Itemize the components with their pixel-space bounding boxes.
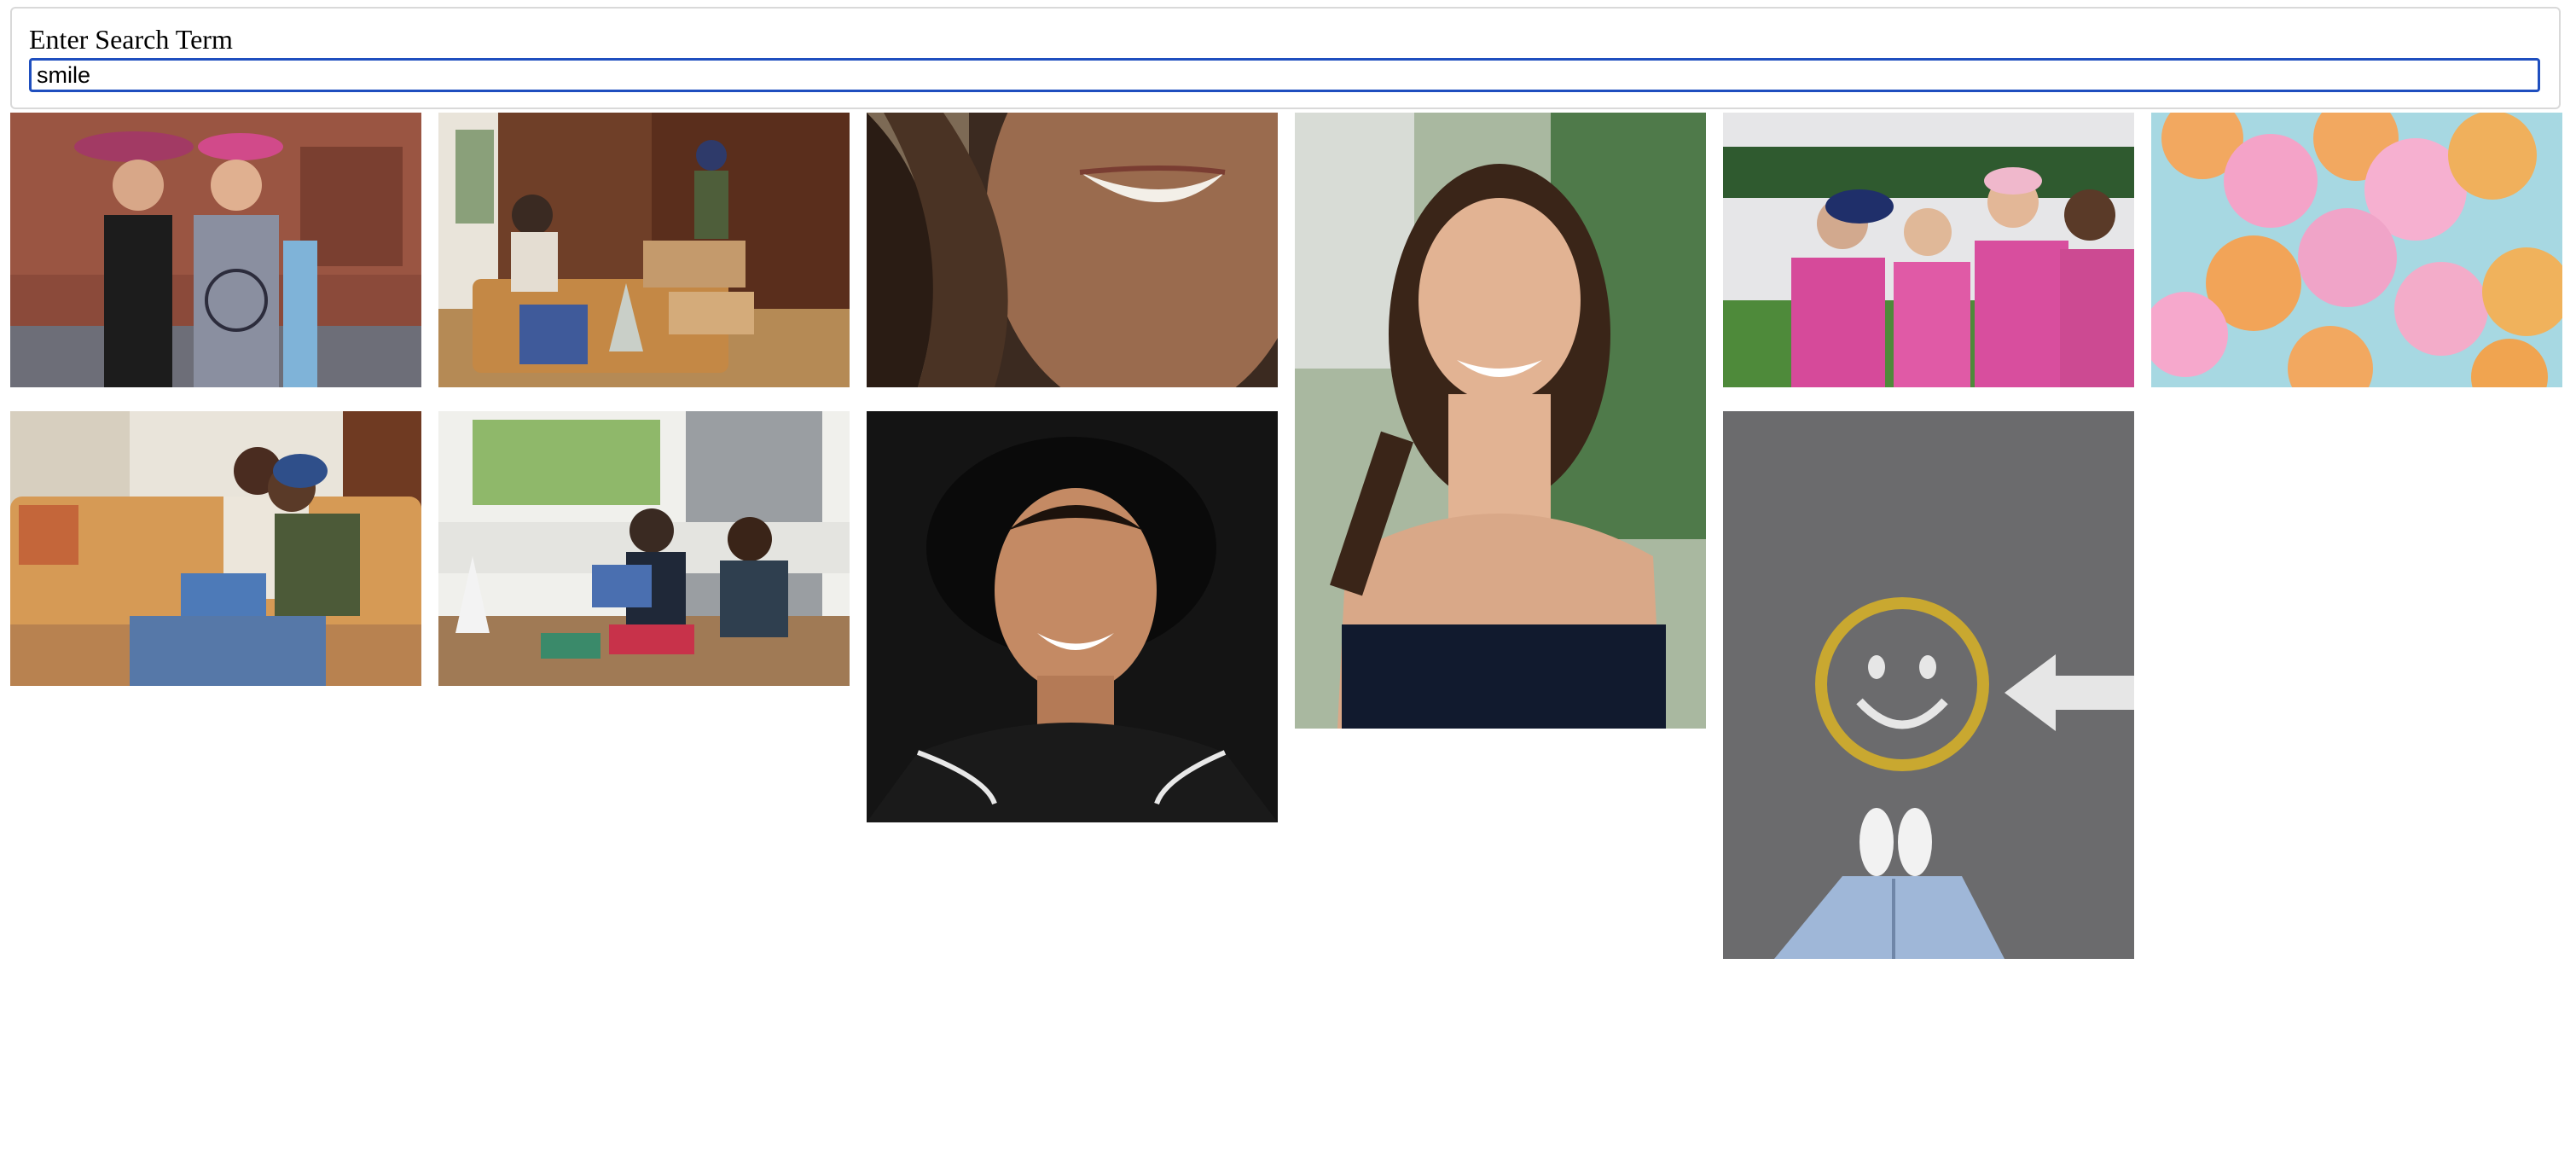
photo-man-black-hat-smiling[interactable]	[867, 411, 1278, 822]
search-panel: Enter Search Term	[10, 7, 2561, 109]
photo-kitchen-table-laptop[interactable]	[438, 411, 850, 686]
photo-women-pink-hats[interactable]	[10, 113, 421, 387]
photo-laughing-woman[interactable]	[1295, 113, 1706, 729]
photo-closeup-smile[interactable]	[867, 113, 1278, 387]
search-label: Enter Search Term	[29, 24, 233, 55]
photo-chalk-smiley-arrow[interactable]	[1723, 411, 2134, 959]
photo-couch-laptop-laughing[interactable]	[10, 411, 421, 686]
search-input[interactable]	[29, 58, 2540, 92]
photo-smiley-balloons[interactable]	[2151, 113, 2562, 387]
photo-living-room-boxes[interactable]	[438, 113, 850, 387]
photo-pink-team-group[interactable]	[1723, 113, 2134, 387]
